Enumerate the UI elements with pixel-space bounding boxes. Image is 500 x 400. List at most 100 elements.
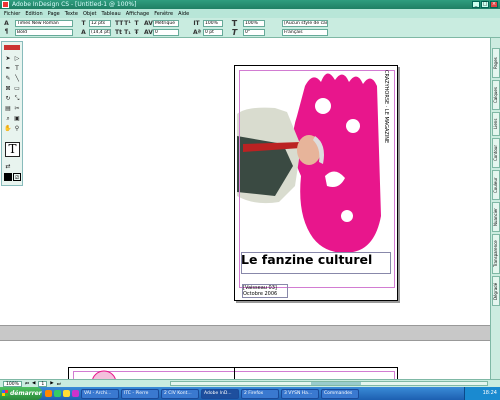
font-size-icon: T [81, 20, 86, 27]
issue-text[interactable]: [Vaisseau 03] Octobre 2006 [243, 285, 277, 297]
issue-line-2: Octobre 2006 [243, 291, 278, 297]
all-caps-icon[interactable]: TT [115, 20, 123, 27]
rectangle-frame-tool-icon[interactable]: ⊠ [4, 85, 12, 93]
vertical-scale-icon: IT [193, 20, 200, 27]
folder-icon[interactable] [63, 390, 70, 397]
horizontal-scale-field[interactable]: 100% [243, 20, 265, 27]
app-icon [2, 1, 9, 8]
menu-bar: Fichier Edition Page Texte Objet Tableau… [0, 9, 500, 18]
language-select[interactable]: Français [282, 29, 328, 36]
direct-selection-tool-icon[interactable]: ▷ [13, 55, 21, 63]
taskbar-item-active[interactable]: Adobe InD... [201, 388, 239, 399]
tab-nuancier[interactable]: Nuancier [492, 202, 500, 232]
taskbar: démarrer VAI - Archi... ITC - Pierre 2 C… [0, 387, 500, 400]
tab-contour[interactable]: Contour [492, 138, 500, 168]
tracking-field[interactable]: 0 [153, 29, 179, 36]
menu-edition[interactable]: Edition [25, 11, 42, 17]
media-icon[interactable] [72, 390, 79, 397]
apply-color-icon[interactable] [4, 173, 12, 181]
fill-stroke-text-icon[interactable]: T [5, 142, 20, 157]
baseline-shift-icon: Aª [193, 29, 202, 36]
headline-text[interactable]: Le fanzine culturel [241, 252, 372, 267]
taskbar-item[interactable]: Commandes [321, 388, 359, 399]
tab-couleur[interactable]: Couleur [492, 170, 500, 200]
last-page-icon[interactable]: ⏭ [57, 381, 61, 387]
zoom-tool-icon[interactable]: ⚲ [13, 125, 21, 133]
maximize-button[interactable]: □ [481, 1, 489, 8]
font-size-field[interactable]: 12 pts [89, 20, 111, 27]
taskbar-item[interactable]: ITC - Pierre [121, 388, 159, 399]
taskbar-item[interactable]: VAI - Archi... [81, 388, 119, 399]
window-title: Adobe InDesign CS - [Untitled-1 @ 100%] [12, 1, 137, 8]
menu-fichier[interactable]: Fichier [4, 11, 20, 17]
close-button[interactable]: × [490, 1, 498, 8]
rotate-tool-icon[interactable]: ↻ [4, 95, 12, 103]
taskbar-item[interactable]: 2 CIV Kont... [161, 388, 199, 399]
kerning-field[interactable]: Métrique [153, 20, 179, 27]
gradient-tool-icon[interactable]: ▤ [4, 105, 12, 113]
firefox-icon[interactable] [45, 390, 52, 397]
menu-aide[interactable]: Aide [178, 11, 189, 17]
next-page-icon[interactable]: ▶ [50, 381, 53, 386]
pencil-tool-icon[interactable]: ✎ [4, 75, 12, 83]
swap-colors-icon[interactable]: ⇄ [4, 163, 12, 171]
selection-tool-icon[interactable]: ➤ [4, 55, 12, 63]
windows-flag-icon [2, 390, 8, 396]
type-tool-icon[interactable]: T [13, 65, 21, 73]
menu-tableau[interactable]: Tableau [102, 11, 121, 17]
vertical-side-text[interactable]: CRAZYHORSE · LE MAGAZINE [383, 70, 389, 143]
button-tool-icon[interactable]: ▣ [13, 115, 21, 123]
rectangle-tool-icon[interactable]: ▭ [13, 85, 21, 93]
browser-icon[interactable] [54, 390, 61, 397]
tab-pages[interactable]: Pages [492, 48, 500, 78]
start-label: démarrer [10, 390, 42, 397]
character-mode-icon[interactable]: A [3, 20, 10, 27]
taskbar-item[interactable]: 2 Firefox [241, 388, 279, 399]
skew-field[interactable]: 0° [243, 29, 265, 36]
line-tool-icon[interactable]: ╲ [13, 75, 21, 83]
scroll-thumb[interactable] [311, 382, 361, 385]
menu-affichage[interactable]: Affichage [126, 11, 150, 17]
toolbox-header-icon [4, 45, 20, 50]
first-page-icon[interactable]: ⏮ [25, 381, 29, 387]
character-style-select[interactable]: [Aucun style de caractère] [282, 20, 328, 27]
tracking-icon: AV [144, 29, 153, 36]
superscript-icon[interactable]: T¹ [124, 20, 131, 27]
menu-page[interactable]: Page [48, 11, 60, 17]
tab-transparence[interactable]: Transparence [492, 234, 500, 274]
menu-objet[interactable]: Objet [83, 11, 97, 17]
apply-none-icon[interactable]: ⧄ [13, 173, 21, 181]
system-tray-clock[interactable]: 18:24 [464, 387, 500, 400]
font-style-field[interactable]: Bold [15, 29, 73, 36]
tab-calques[interactable]: Calques [492, 80, 500, 110]
minimize-button[interactable]: _ [472, 1, 480, 8]
scale-tool-icon[interactable]: ⤡ [13, 95, 21, 103]
menu-fenetre[interactable]: Fenêtre [154, 11, 173, 17]
zoom-field[interactable]: 100% [3, 380, 22, 387]
horizontal-scrollbar[interactable] [170, 381, 488, 386]
baseline-shift-field[interactable]: 0 pt [203, 29, 223, 36]
leading-field[interactable]: (14,4 pt) [89, 29, 111, 36]
small-caps-icon[interactable]: Tt [115, 29, 122, 36]
prev-page-icon[interactable]: ◀ [32, 381, 35, 386]
strikethrough-icon[interactable]: Ŧ [133, 29, 140, 36]
menu-texte[interactable]: Texte [65, 11, 78, 17]
hand-tool-icon[interactable]: ✋ [4, 125, 12, 133]
font-family-field[interactable]: Times New Roman [15, 20, 73, 27]
tab-liens[interactable]: Liens [492, 112, 500, 136]
page-number-field[interactable]: 1 [38, 380, 48, 387]
tab-degrade[interactable]: Dégradé [492, 276, 500, 306]
window-controls: _ □ × [472, 1, 498, 8]
pen-tool-icon[interactable]: ✒ [4, 65, 12, 73]
eyedropper-tool-icon[interactable]: ⌕ [4, 115, 12, 123]
underline-icon[interactable]: T [133, 20, 140, 27]
paragraph-mode-icon[interactable]: ¶ [3, 28, 10, 35]
document-page[interactable]: Le fanzine culturel [Vaisseau 03] Octobr… [234, 65, 398, 301]
start-button[interactable]: démarrer [0, 387, 42, 400]
subscript-icon[interactable]: T₁ [124, 29, 131, 36]
vertical-scale-field[interactable]: 100% [203, 20, 223, 27]
kerning-icon: AV [144, 20, 153, 27]
taskbar-item[interactable]: 3 VYSN Ha... [281, 388, 319, 399]
scissors-tool-icon[interactable]: ✂ [13, 105, 21, 113]
quick-launch [45, 390, 79, 397]
